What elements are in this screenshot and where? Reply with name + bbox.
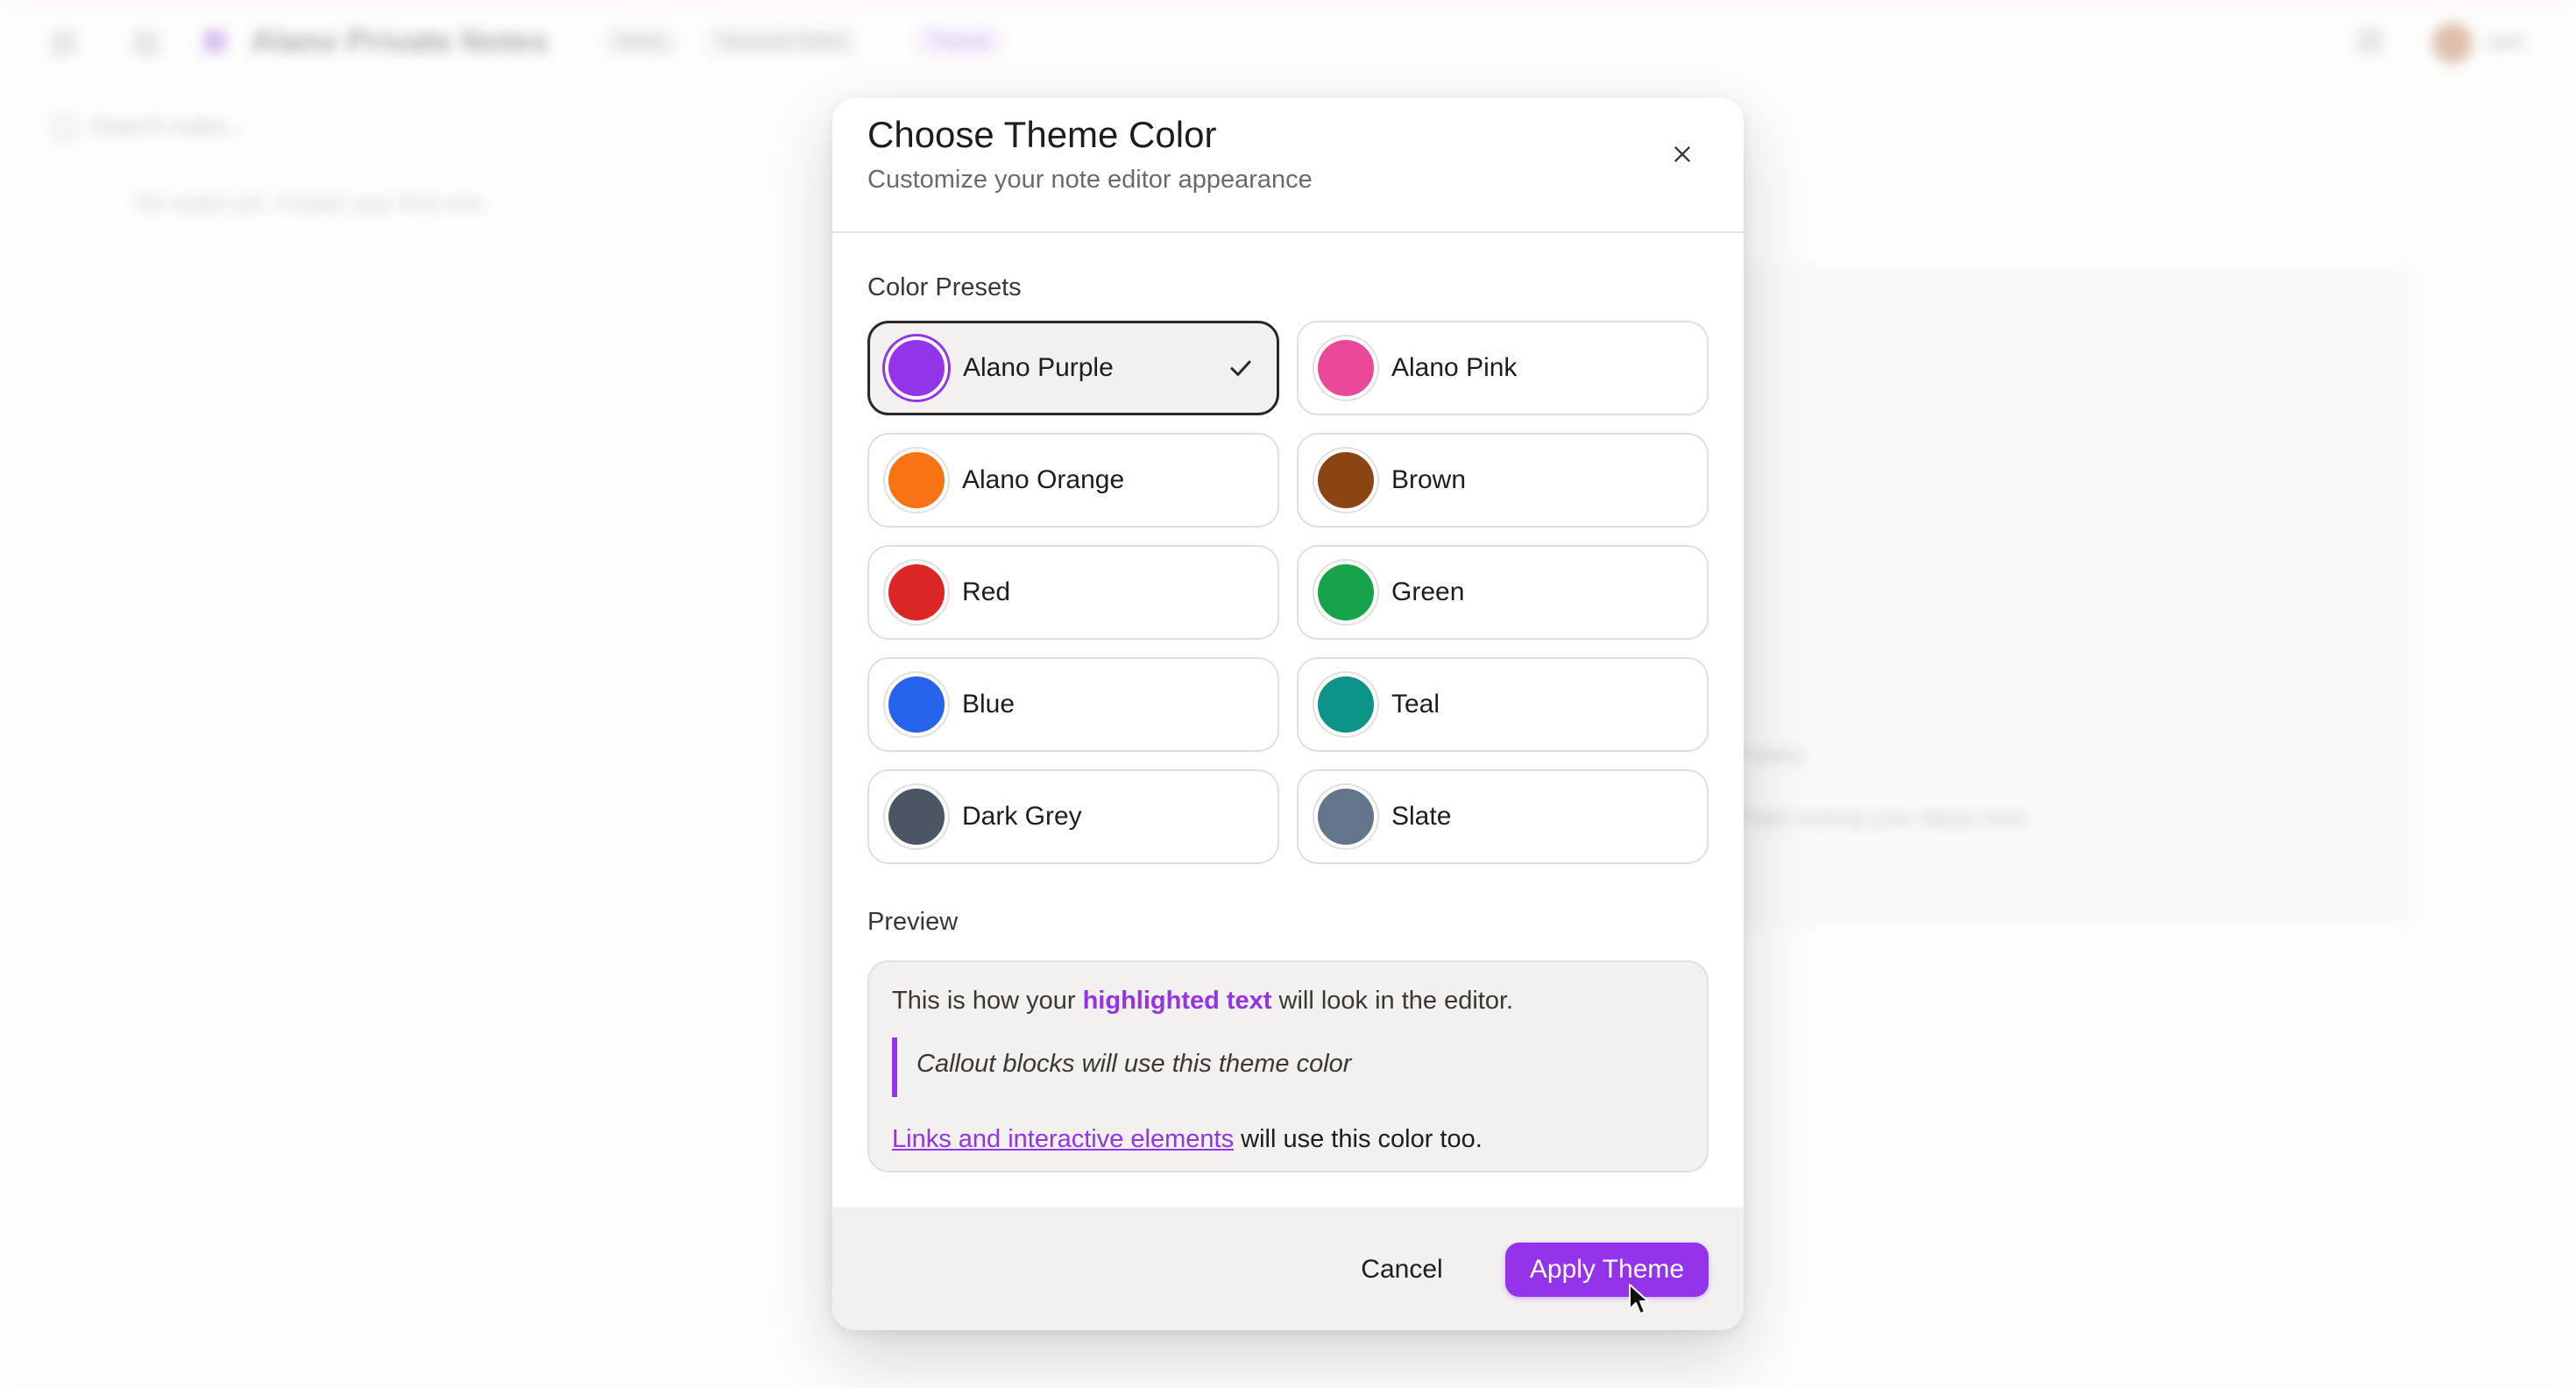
color-swatch [1314, 449, 1377, 512]
cancel-button[interactable]: Cancel [1328, 1243, 1476, 1297]
preview-text: This is how your [892, 987, 1083, 1015]
preset-alano-pink[interactable]: Alano Pink [1297, 321, 1709, 415]
dialog-footer: Cancel Apply Theme [832, 1207, 1744, 1330]
preset-name: Red [962, 577, 1011, 606]
theme-color-dialog: Choose Theme Color Customize your note e… [832, 98, 1744, 1330]
dialog-title: Choose Theme Color [867, 114, 1217, 155]
preset-name: Alano Pink [1391, 353, 1518, 382]
mouse-pointer-icon [1629, 1284, 1649, 1314]
preview-text: will use this color too. [1234, 1125, 1483, 1153]
preset-name: Alano Purple [963, 353, 1114, 382]
color-swatch [885, 449, 948, 512]
preset-name: Brown [1391, 465, 1467, 494]
preset-name: Slate [1391, 802, 1452, 831]
preset-teal[interactable]: Teal [1297, 657, 1709, 752]
callout-text: Callout blocks will use this theme color [916, 1050, 1352, 1078]
color-swatch [885, 336, 948, 400]
dialog-subtitle: Customize your note editor appearance [867, 166, 1313, 194]
preview-link-line: Links and interactive elements will use … [892, 1122, 1483, 1157]
color-swatch [885, 561, 948, 624]
callout-block: Callout blocks will use this theme color [892, 1037, 1663, 1097]
color-presets-label: Color Presets [867, 273, 1022, 301]
color-swatch [885, 785, 948, 848]
preset-name: Dark Grey [962, 802, 1082, 831]
dialog-header: Choose Theme Color Customize your note e… [832, 98, 1744, 233]
preset-slate[interactable]: Slate [1297, 769, 1709, 864]
color-swatch [885, 673, 948, 736]
preview-text: will look in the editor. [1271, 987, 1514, 1015]
preset-green[interactable]: Green [1297, 545, 1709, 640]
color-swatch [1314, 785, 1377, 848]
apply-theme-button[interactable]: Apply Theme [1505, 1243, 1709, 1297]
color-swatch [1314, 336, 1377, 400]
highlighted-text: highlighted text [1082, 987, 1272, 1015]
close-button[interactable] [1660, 131, 1705, 177]
color-swatch [1314, 561, 1377, 624]
preset-alano-orange[interactable]: Alano Orange [867, 433, 1279, 528]
color-presets-grid: Alano Purple Alano Pink Alano Orange Brown R… [867, 321, 1709, 864]
preset-blue[interactable]: Blue [867, 657, 1279, 752]
close-icon [1674, 146, 1690, 162]
check-icon [1230, 360, 1251, 376]
preset-red[interactable]: Red [867, 545, 1279, 640]
preview-text-line: This is how your highlighted text will l… [892, 983, 1513, 1018]
preview-label: Preview [867, 908, 959, 936]
theme-preview: This is how your highlighted text will l… [867, 960, 1709, 1172]
preset-brown[interactable]: Brown [1297, 433, 1709, 528]
preset-alano-purple[interactable]: Alano Purple [867, 321, 1279, 415]
preset-dark-grey[interactable]: Dark Grey [867, 769, 1279, 864]
preset-name: Blue [962, 690, 1016, 719]
preview-link[interactable]: Links and interactive elements [892, 1125, 1234, 1153]
preset-name: Alano Orange [962, 465, 1125, 494]
preset-name: Green [1391, 577, 1465, 606]
color-swatch [1314, 673, 1377, 736]
preset-name: Teal [1391, 690, 1440, 719]
